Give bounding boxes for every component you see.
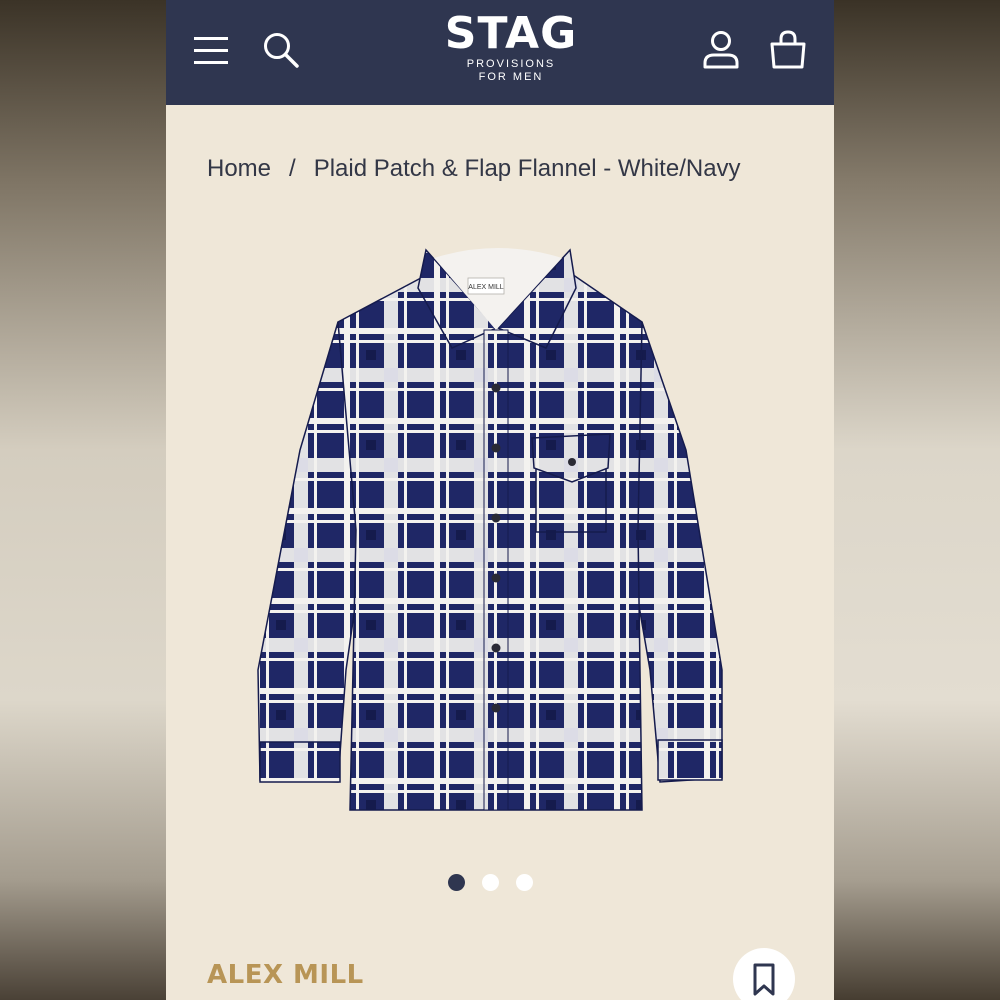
logo-tagline-2: FOR MEN (478, 71, 544, 83)
breadcrumb-separator: / (289, 155, 296, 182)
logo-tagline: PROVISIONS (466, 58, 556, 70)
flannel-shirt-illustration: ALEX MILL (257, 248, 723, 811)
shirt-label-text: ALEX MILL (468, 284, 504, 291)
breadcrumb-home-link[interactable]: Home (207, 155, 271, 182)
bookmark-button[interactable] (733, 948, 795, 1000)
carousel-dot-3[interactable] (516, 874, 533, 891)
header-bar: STAG PROVISIONS FOR MEN (166, 0, 834, 105)
phone-screen: STAG PROVISIONS FOR MEN Home / Plaid Patch… (166, 0, 834, 1000)
menu-icon[interactable] (194, 36, 228, 66)
bookmark-icon (753, 963, 775, 996)
breadcrumb: Home / Plaid Patch & Flap Flannel - White/… (207, 155, 807, 183)
account-icon[interactable] (702, 30, 740, 70)
product-brand[interactable]: ALEX MILL (207, 960, 364, 990)
product-image[interactable]: ALEX MILL (246, 230, 746, 830)
background-left (0, 0, 166, 1000)
background-right (834, 0, 1000, 1000)
bag-icon[interactable] (769, 30, 807, 70)
breadcrumb-current: Plaid Patch & Flap Flannel - White/Navy (313, 155, 741, 182)
search-icon[interactable] (262, 31, 300, 69)
carousel-dot-1[interactable] (448, 874, 465, 891)
carousel-dot-2[interactable] (482, 874, 499, 891)
carousel-dots (448, 874, 568, 894)
store-logo[interactable]: STAG PROVISIONS FOR MEN (436, 10, 586, 90)
logo-wordmark: STAG (444, 8, 578, 59)
